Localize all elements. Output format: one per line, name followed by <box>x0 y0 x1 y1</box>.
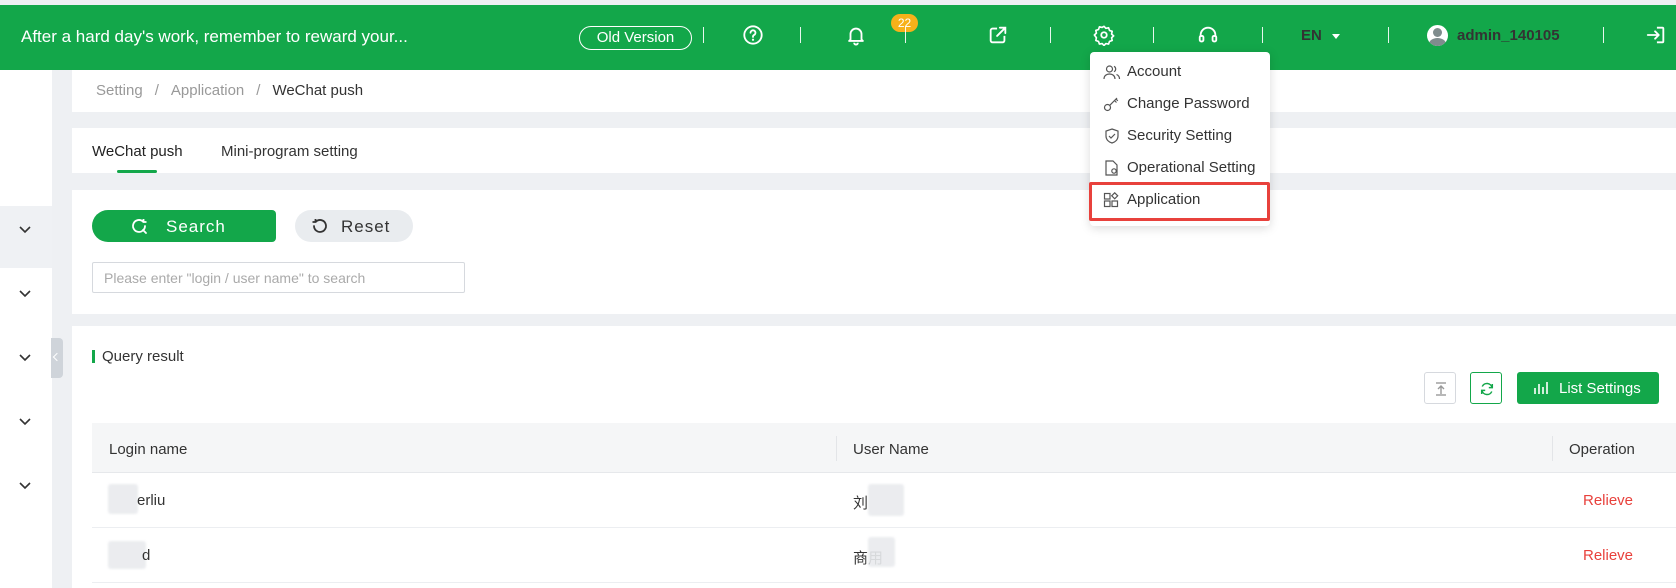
header-divider <box>1262 27 1263 43</box>
language-selector[interactable]: EN <box>1301 27 1340 44</box>
chevron-down-icon[interactable] <box>18 416 32 426</box>
help-icon[interactable] <box>742 24 764 46</box>
redacted-block <box>108 541 146 569</box>
column-divider <box>836 436 837 461</box>
bell-icon[interactable] <box>845 24 867 46</box>
header-divider <box>1388 27 1389 43</box>
avatar[interactable] <box>1427 25 1448 46</box>
redacted-block <box>868 537 895 567</box>
sidebar <box>0 70 52 588</box>
column-header-user-name: User Name <box>853 441 929 458</box>
active-tab-indicator <box>117 170 157 173</box>
list-settings-label: List Settings <box>1559 380 1641 397</box>
tab-wechat-push[interactable]: WeChat push <box>92 143 183 160</box>
bar-chart-icon <box>1533 381 1549 399</box>
search-input[interactable] <box>92 262 465 293</box>
tab-mini-program-setting[interactable]: Mini-program setting <box>221 143 358 160</box>
search-button-label: Search <box>166 217 226 236</box>
header-divider <box>703 27 704 43</box>
share-icon[interactable] <box>987 24 1009 46</box>
chevron-down-icon[interactable] <box>18 224 32 234</box>
breadcrumb-item-current: WeChat push <box>272 82 364 99</box>
section-marker <box>92 350 95 363</box>
top-bar: After a hard day's work, remember to rew… <box>0 5 1676 70</box>
search-refresh-icon <box>130 217 150 240</box>
redacted-block <box>868 484 904 516</box>
username[interactable]: admin_140105 <box>1457 27 1560 44</box>
relieve-link[interactable]: Relieve <box>1583 547 1633 564</box>
cell-user-name: 刘 <box>853 495 869 512</box>
language-label: EN <box>1301 27 1322 44</box>
redacted-block <box>108 484 138 514</box>
search-button[interactable]: Search <box>92 210 276 242</box>
header-divider <box>1050 27 1051 43</box>
sidebar-active-item[interactable] <box>0 206 52 268</box>
column-divider <box>1552 436 1553 461</box>
cell-login-name: d <box>142 547 151 564</box>
upload-icon <box>1436 382 1446 396</box>
cell-login-name: erliu <box>137 492 166 509</box>
breadcrumb-item-application[interactable]: Application <box>171 82 244 99</box>
reset-button[interactable]: Reset <box>295 210 413 242</box>
refresh-icon <box>1480 382 1494 396</box>
document-settings-icon <box>1105 160 1118 176</box>
relieve-link[interactable]: Relieve <box>1583 492 1633 509</box>
header-divider <box>800 27 801 43</box>
reset-icon <box>310 217 330 240</box>
export-button[interactable] <box>1424 372 1456 404</box>
menu-item-label: Operational Setting <box>1127 159 1256 176</box>
caret-down-icon <box>1331 33 1340 39</box>
chevron-down-icon[interactable] <box>18 480 32 490</box>
reset-button-label: Reset <box>341 217 391 236</box>
filter-panel <box>72 190 1676 314</box>
list-settings-button[interactable]: List Settings <box>1517 372 1659 404</box>
headset-icon[interactable] <box>1197 24 1219 46</box>
old-version-button[interactable]: Old Version <box>579 26 692 50</box>
breadcrumb-item-setting[interactable]: Setting <box>96 82 143 99</box>
column-header-login-name: Login name <box>109 441 188 458</box>
menu-item-label: Change Password <box>1127 95 1250 112</box>
breadcrumb-separator: / <box>256 82 261 99</box>
chevron-down-icon[interactable] <box>18 288 32 298</box>
highlight-box <box>1089 182 1270 221</box>
header-divider <box>1153 27 1154 43</box>
logout-icon[interactable] <box>1645 24 1667 46</box>
key-icon <box>1103 97 1119 112</box>
breadcrumb-separator: / <box>154 82 159 99</box>
menu-item-label: Security Setting <box>1127 127 1233 144</box>
chevron-down-icon[interactable] <box>18 352 32 362</box>
menu-item-label: Account <box>1127 63 1182 80</box>
gear-icon[interactable] <box>1093 24 1115 46</box>
sidebar-collapse-handle[interactable] <box>51 338 63 378</box>
column-header-operation: Operation <box>1569 441 1635 458</box>
header-divider <box>1603 27 1604 43</box>
header-divider <box>905 27 906 43</box>
header-slogan: After a hard day's work, remember to rew… <box>21 27 408 46</box>
shield-icon <box>1105 128 1119 144</box>
results-title: Query result <box>102 348 184 365</box>
breadcrumb: Setting / Application / WeChat push <box>96 82 363 99</box>
refresh-button[interactable] <box>1470 372 1502 404</box>
user-group-icon <box>1103 65 1121 80</box>
